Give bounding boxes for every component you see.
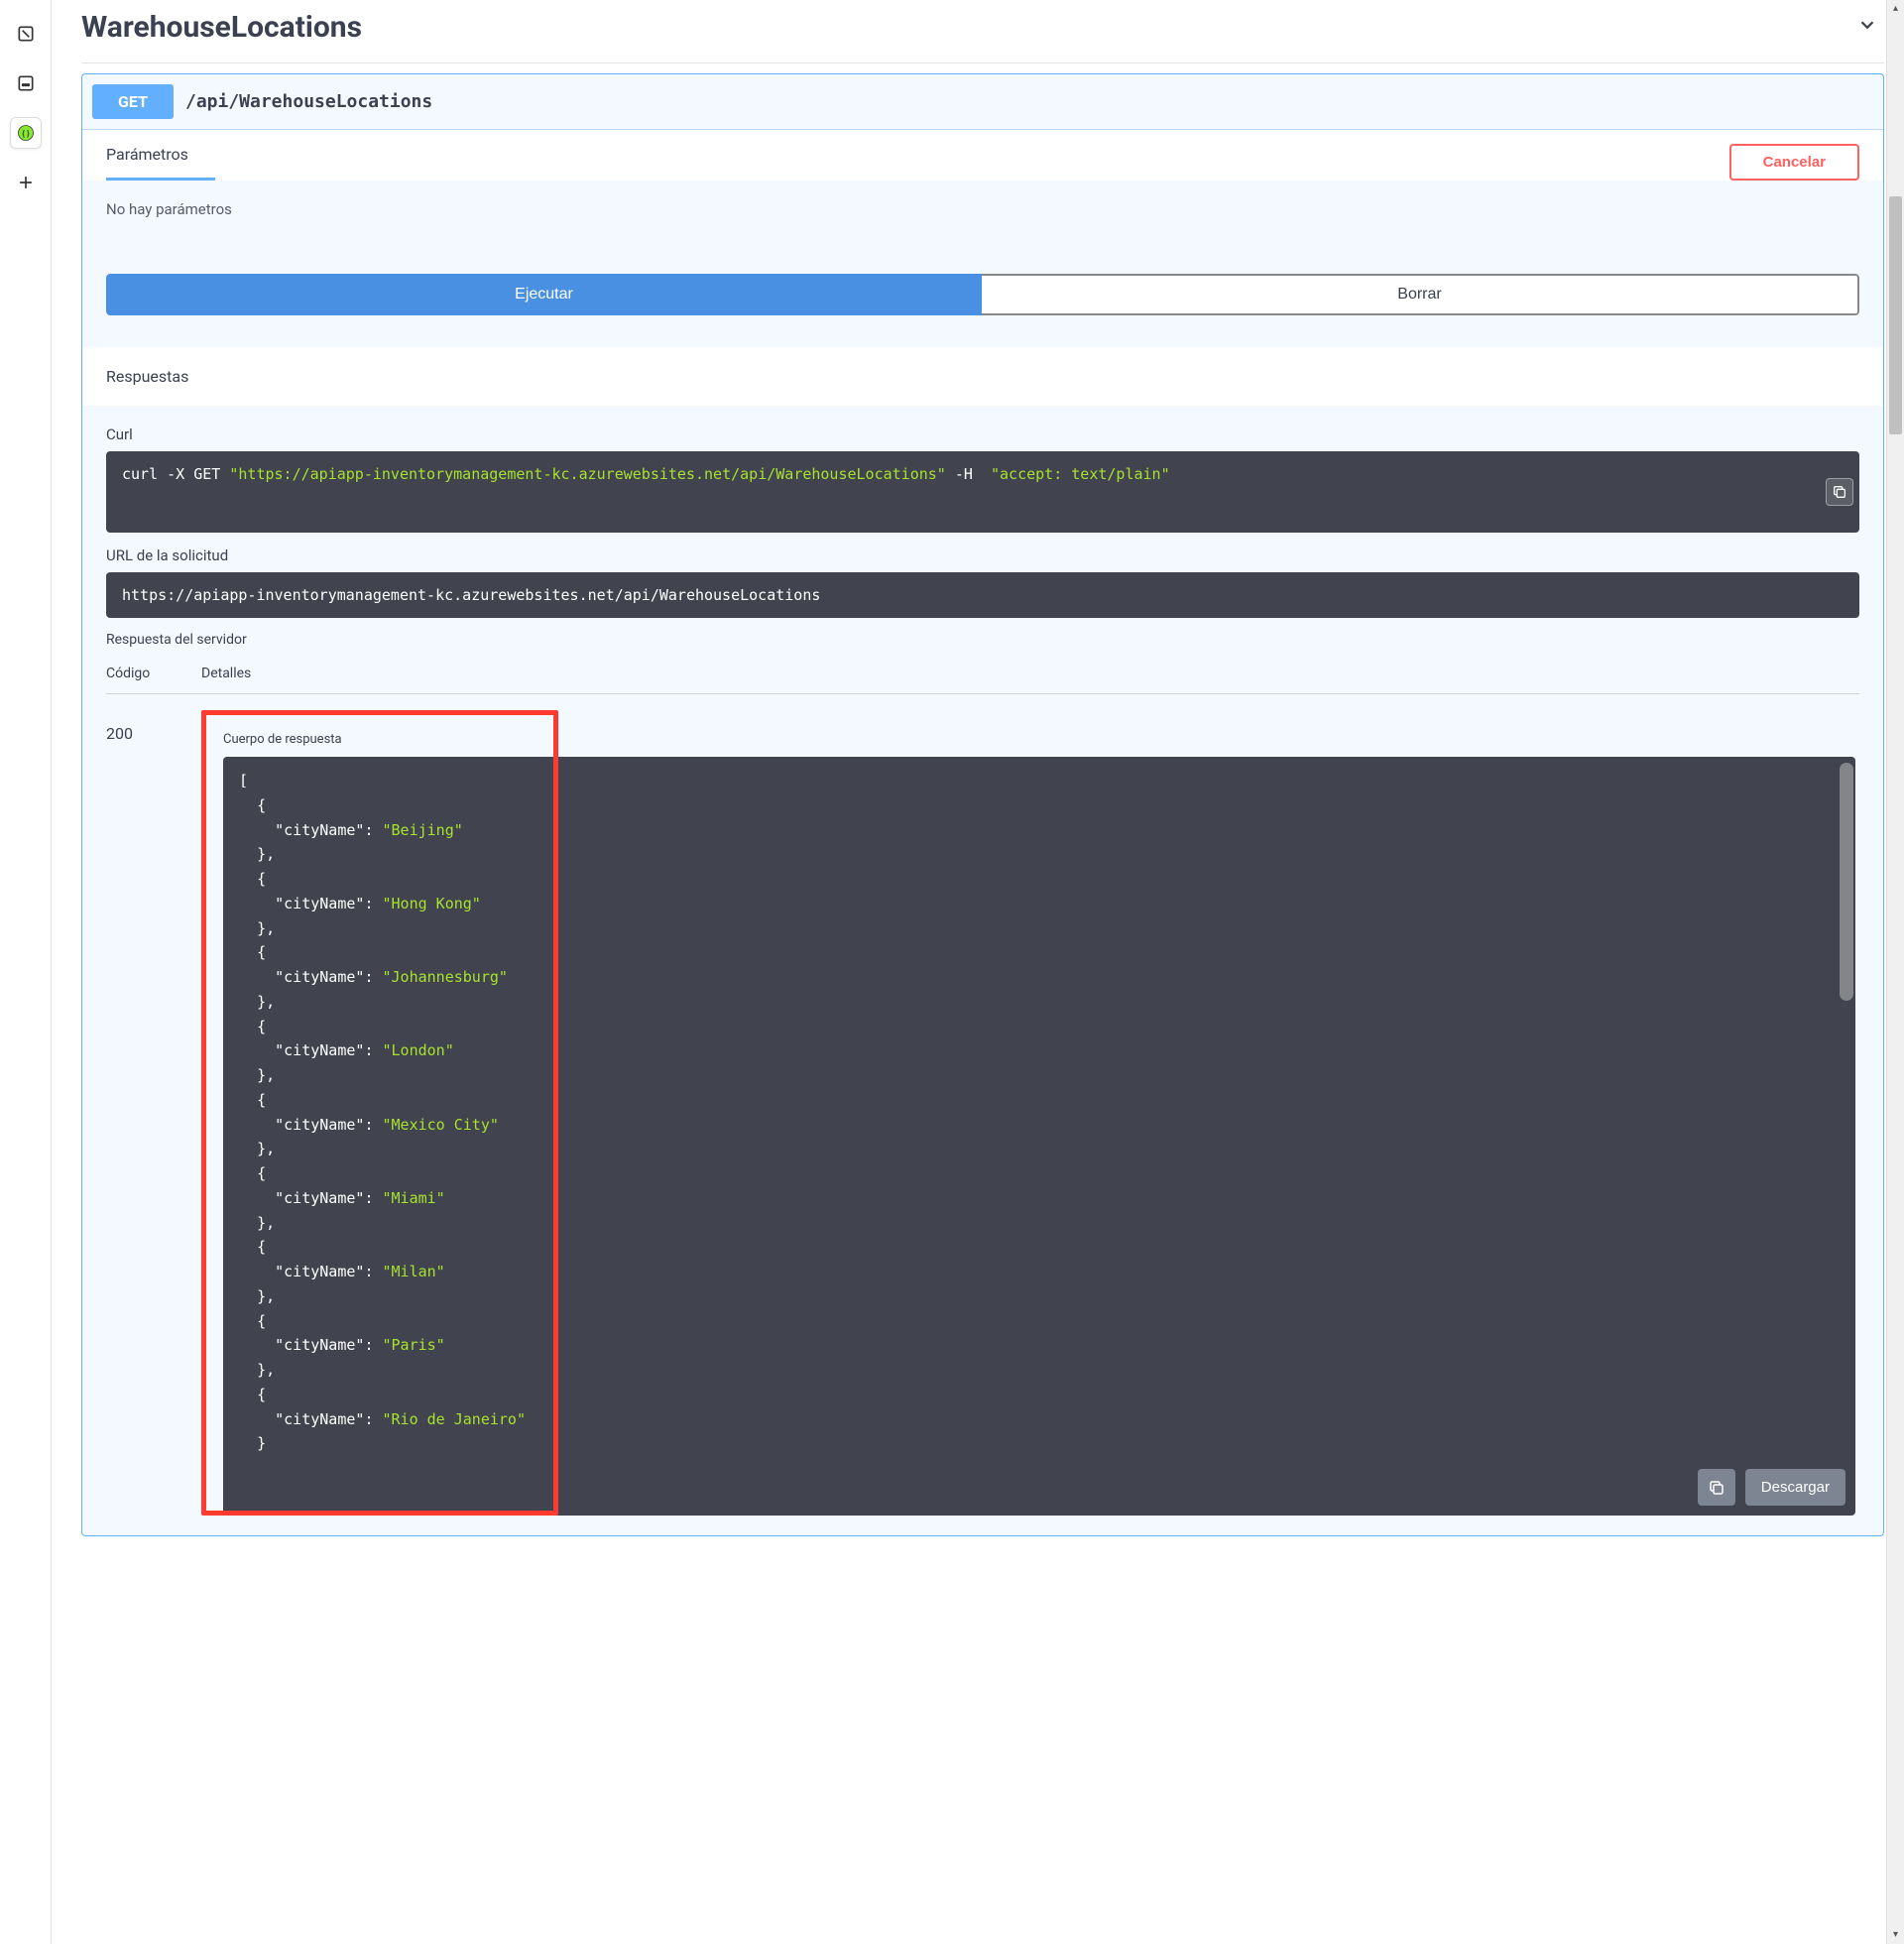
parameters-header: Parámetros Cancelar [82,130,1883,181]
sidebar-item-swagger[interactable]: { } [10,117,42,149]
left-sidebar: { } [0,0,52,1944]
clear-button[interactable]: Borrar [982,274,1859,315]
execute-button[interactable]: Ejecutar [106,274,982,315]
sidebar-add[interactable] [10,167,42,198]
operation-summary[interactable]: GET /api/WarehouseLocations [82,74,1883,130]
tag-title: WarehouseLocations [81,10,362,45]
sidebar-item-1[interactable] [10,18,42,50]
curl-command: curl -X GET "https://apiapp-inventoryman… [106,451,1859,533]
operation-path: /api/WarehouseLocations [185,91,432,112]
main-content: ▴ ▾ WarehouseLocations GET /api/Warehous… [52,0,1904,1944]
col-header-code: Código [106,666,201,681]
response-scrollbar[interactable] [1840,763,1853,1001]
server-response-label: Respuesta del servidor [106,632,1859,648]
chevron-down-icon[interactable] [1850,14,1884,41]
request-url-label: URL de la solicitud [106,547,1859,564]
copy-curl-button[interactable] [1826,478,1853,506]
response-row: 200 Cuerpo de respuesta [ { "cityName": … [106,710,1859,1516]
request-url-value: https://apiapp-inventorymanagement-kc.az… [106,572,1859,618]
parameters-tab[interactable]: Parámetros [106,145,215,181]
sidebar-item-2[interactable] [10,67,42,99]
copy-response-button[interactable] [1698,1469,1735,1506]
response-body-label: Cuerpo de respuesta [223,732,1859,747]
cancel-button[interactable]: Cancelar [1729,144,1859,181]
responses-section-header: Respuestas [82,347,1883,406]
scroll-thumb[interactable] [1889,196,1902,434]
scroll-up-icon[interactable]: ▴ [1893,0,1898,18]
curl-label: Curl [106,425,1859,443]
http-method-badge: GET [92,84,174,119]
download-button[interactable]: Descargar [1745,1469,1845,1506]
operation-tag-header[interactable]: WarehouseLocations [81,0,1884,63]
svg-text:{ }: { } [22,129,30,139]
operation-block: GET /api/WarehouseLocations Parámetros C… [81,73,1884,1536]
no-parameters-text: No hay parámetros [106,200,1859,218]
status-code: 200 [106,710,201,1516]
scroll-down-icon[interactable]: ▾ [1893,1926,1898,1944]
col-header-details: Detalles [201,666,1859,681]
response-table-header: Código Detalles [106,666,1859,694]
window-scrollbar[interactable]: ▴ ▾ [1886,0,1904,1944]
response-body-code: [ { "cityName": "Beijing" }, { "cityName… [223,757,1855,1516]
